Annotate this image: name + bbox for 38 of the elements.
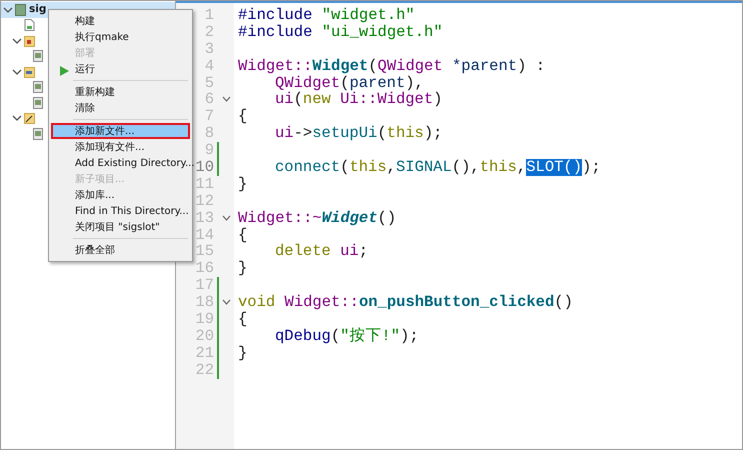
code-line: #include "ui_widget.h" [237,24,444,41]
code-line: connect(this,SIGNAL(),this,SLOT()); [274,159,602,176]
line-number: 16 [194,260,214,278]
line-number: 2 [204,24,214,41]
line-number: 3 [204,40,214,58]
code-line: Widget::~Widget() [237,210,398,227]
code-line: { [237,311,248,328]
code-line: void Widget::on_pushButton_clicked() [237,294,574,312]
line-number: 7 [204,108,214,126]
line-number: 9 [204,142,214,160]
code-line: } [237,344,248,362]
project-name: sig [29,2,46,17]
line-number: 15 [194,243,214,260]
line-number: 11 [194,176,214,193]
code-line: qDebug("按下!"); [274,328,420,345]
code-line: { [237,108,248,126]
line-number: 5 [204,74,214,92]
line-number: 8 [204,125,214,142]
code-line: ui(new Ui::Widget) [274,91,444,108]
line-number: 17 [194,277,214,294]
line-number: 21 [194,344,214,362]
line-number: 4 [204,58,214,75]
code-line: delete ui; [274,243,370,260]
line-number: 6 [204,91,214,108]
line-number: 1 [204,7,214,24]
code-line: } [237,260,248,278]
line-number: 14 [194,226,214,244]
code-line: } [237,176,248,193]
line-number: 22 [194,362,214,379]
code-line: { [237,226,248,244]
code-line: ui->setupUi(this); [274,125,444,142]
code-line: #include "widget.h" [237,7,416,24]
code-line: QWidget(parent), [274,74,424,92]
line-number: 12 [194,192,214,210]
line-number: 19 [194,311,214,328]
code-line: Widget::Widget(QWidget *parent) : [237,58,546,75]
line-number: 18 [194,294,214,312]
line-number: 20 [194,328,214,345]
